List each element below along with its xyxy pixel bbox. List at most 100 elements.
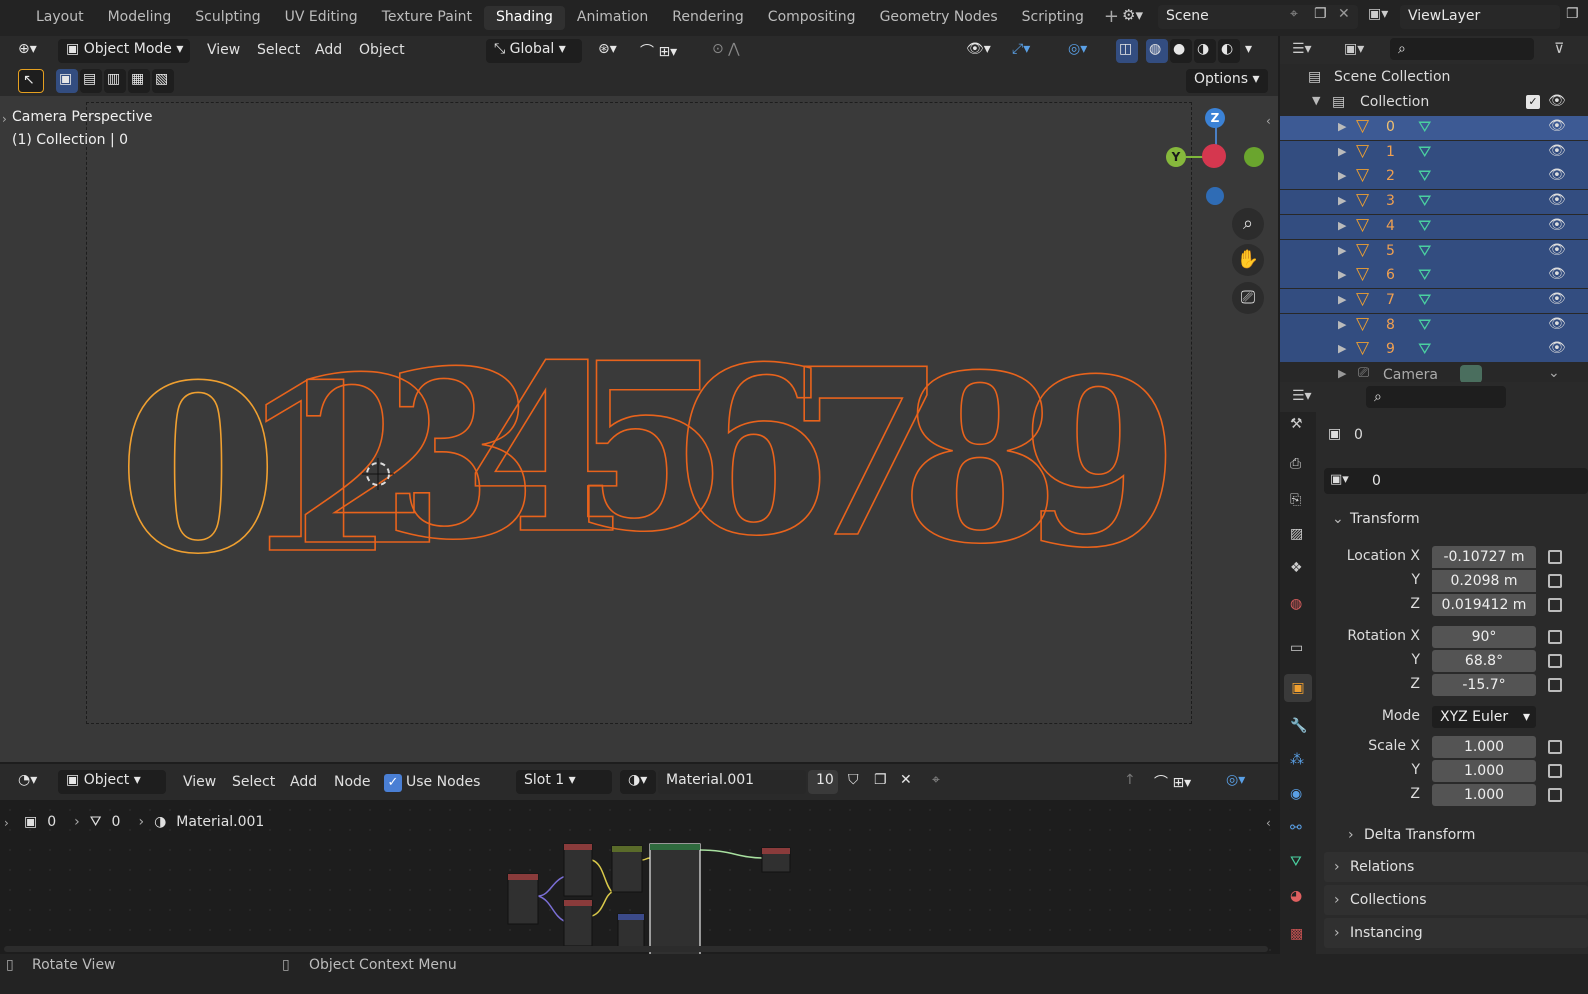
- location-y-field[interactable]: 0.2098 m: [1432, 570, 1536, 592]
- shading-options-icon[interactable]: ▾: [1242, 39, 1264, 63]
- outliner-item-9[interactable]: ▶ ▽ 9 ⛛ 👁: [1280, 338, 1588, 363]
- mesh-data-icon[interactable]: ⛛: [1418, 191, 1431, 211]
- proportional-edit-icon[interactable]: ⊙ ⋀: [704, 39, 748, 63]
- outliner-item-2[interactable]: ▶ ▽ 2 ⛛ 👁: [1280, 165, 1588, 190]
- visibility-eye-icon[interactable]: 👁: [1548, 143, 1566, 159]
- node-overlay-icon[interactable]: ◎▾: [1218, 770, 1253, 794]
- material-name-field[interactable]: Material.001: [658, 770, 806, 794]
- node-menu-select[interactable]: Select: [232, 774, 275, 790]
- tab-texture-paint[interactable]: Texture Paint: [370, 6, 484, 30]
- constraints-tab-icon[interactable]: ⚯: [1290, 820, 1302, 836]
- visibility-eye-icon[interactable]: 👁: [1548, 242, 1566, 258]
- mesh-data-icon[interactable]: ⛛: [1418, 117, 1431, 137]
- location-x-field[interactable]: -0.10727 m: [1432, 546, 1536, 568]
- visibility-icon[interactable]: 👁▾: [958, 39, 999, 63]
- object-datablock-icon[interactable]: ▣▾: [1330, 472, 1349, 487]
- material-tab-icon[interactable]: ◕: [1290, 888, 1302, 904]
- menu-select[interactable]: Select: [257, 42, 300, 58]
- object-mode-dropdown[interactable]: ▣ Object Mode ▾: [58, 39, 190, 63]
- scene-collection-row[interactable]: ▤ Scene Collection: [1280, 66, 1588, 90]
- gizmo-neg-y[interactable]: [1244, 147, 1264, 167]
- display-mode-icon[interactable]: ▣▾: [1344, 41, 1364, 57]
- rotation-x-field[interactable]: 90°: [1432, 626, 1536, 648]
- tab-geometry-nodes[interactable]: Geometry Nodes: [868, 6, 1010, 30]
- transform-panel-header[interactable]: ⌄ Transform: [1324, 504, 1588, 534]
- mesh-data-icon[interactable]: ⛛: [1418, 265, 1431, 285]
- mesh-data-icon[interactable]: ⛛: [1418, 241, 1431, 261]
- gizmo-icon[interactable]: ⤢▾: [1004, 39, 1038, 63]
- parent-node-tree-icon[interactable]: ↑: [1116, 770, 1144, 794]
- delta-transform-panel[interactable]: › Delta Transform: [1336, 820, 1588, 850]
- outliner-item-8[interactable]: ▶ ▽ 8 ⛛ 👁: [1280, 313, 1588, 338]
- mesh-data-icon[interactable]: ⛛: [1418, 315, 1431, 335]
- mesh-data-icon[interactable]: ⛛: [1418, 339, 1431, 359]
- select-intersect-icon[interactable]: ▧: [152, 69, 174, 93]
- scale-z-field[interactable]: 1.000: [1432, 784, 1536, 806]
- location-z-field[interactable]: 0.019412 m: [1432, 594, 1536, 616]
- pin-node-icon[interactable]: ⌖: [924, 770, 948, 794]
- lock-rotation-x-icon[interactable]: [1548, 630, 1562, 644]
- digit-9-mesh[interactable]: 9: [1019, 328, 1181, 600]
- duplicate-material-icon[interactable]: ❐: [866, 770, 895, 794]
- lock-location-y-icon[interactable]: [1548, 574, 1562, 588]
- expand-icon[interactable]: ▶: [1338, 244, 1346, 257]
- texture-tab-icon[interactable]: ▩: [1290, 926, 1303, 942]
- rotation-mode-dropdown[interactable]: XYZ Euler ▾: [1432, 706, 1536, 728]
- node-editor-type-icon[interactable]: ◔▾: [10, 770, 45, 794]
- toolbar-expand-icon[interactable]: ›: [2, 112, 7, 126]
- expand-icon[interactable]: ▶: [1338, 268, 1346, 281]
- gizmo-z-axis[interactable]: Z: [1205, 108, 1225, 128]
- outliner-item-0[interactable]: ▶ ▽ 0 ⛛ 👁: [1280, 116, 1588, 140]
- lock-scale-y-icon[interactable]: [1548, 764, 1562, 778]
- lock-location-x-icon[interactable]: [1548, 550, 1562, 564]
- unlink-material-icon[interactable]: ✕: [892, 770, 920, 794]
- visibility-eye-icon[interactable]: 👁: [1548, 340, 1566, 356]
- output-tab-icon[interactable]: ⎘: [1290, 492, 1301, 508]
- delete-scene-icon[interactable]: ✕: [1338, 6, 1350, 22]
- tab-sculpting[interactable]: Sculpting: [183, 6, 272, 30]
- wireframe-shading-icon[interactable]: ◍: [1146, 39, 1168, 63]
- node-menu-node[interactable]: Node: [334, 774, 371, 790]
- collections-panel[interactable]: › Collections: [1324, 885, 1588, 915]
- outliner-item-7[interactable]: ▶ ▽ 7 ⛛ 👁: [1280, 288, 1588, 313]
- lock-scale-x-icon[interactable]: [1548, 740, 1562, 754]
- view-layer-icon[interactable]: ▣▾: [1368, 6, 1388, 22]
- object-datablock-field[interactable]: 0: [1324, 468, 1588, 494]
- camera-row[interactable]: ▶ ⎚ Camera ⌄: [1280, 364, 1588, 382]
- visibility-eye-icon[interactable]: 👁: [1548, 217, 1566, 233]
- tab-rendering[interactable]: Rendering: [660, 6, 756, 30]
- expand-icon[interactable]: ▶: [1338, 145, 1346, 158]
- lock-location-z-icon[interactable]: [1548, 598, 1562, 612]
- orientation-dropdown[interactable]: ⤡ Global ▾: [486, 39, 582, 63]
- pin-scene-icon[interactable]: ⌖: [1290, 6, 1298, 22]
- outliner-item-3[interactable]: ▶ ▽ 3 ⛛ 👁: [1280, 190, 1588, 215]
- tab-animation[interactable]: Animation: [565, 6, 660, 30]
- visibility-eye-icon[interactable]: 👁: [1548, 291, 1566, 307]
- tool-tab-icon[interactable]: ⚒: [1290, 416, 1303, 432]
- scene-selector-icon[interactable]: ⚙▾: [1122, 6, 1143, 24]
- material-users-count[interactable]: 10: [808, 770, 838, 794]
- mesh-data-icon[interactable]: ⛛: [1418, 216, 1431, 236]
- node-menu-add[interactable]: Add: [290, 774, 317, 790]
- visibility-eye-icon[interactable]: 👁: [1548, 192, 1566, 208]
- node-boxes[interactable]: [507, 843, 791, 956]
- rotation-y-field[interactable]: 68.8°: [1432, 650, 1536, 672]
- xray-icon[interactable]: ◫: [1116, 39, 1138, 63]
- material-browse-icon[interactable]: ◑▾: [620, 770, 656, 794]
- collection-expand-icon[interactable]: ▼: [1312, 94, 1320, 107]
- render-tab-icon[interactable]: ⎙: [1290, 456, 1301, 472]
- camera-expand-icon[interactable]: ▶: [1338, 367, 1346, 380]
- visibility-eye-icon[interactable]: 👁: [1548, 118, 1566, 134]
- outliner-editor-type-icon[interactable]: ☰▾: [1292, 41, 1312, 57]
- outliner-search-input[interactable]: ⌕: [1390, 38, 1534, 60]
- outliner-scroll-down-icon[interactable]: ⌄: [1548, 365, 1560, 381]
- visibility-eye-icon[interactable]: 👁: [1548, 167, 1566, 183]
- gizmo-x-axis[interactable]: [1202, 144, 1226, 168]
- camera-view-icon[interactable]: ⎚: [1232, 282, 1264, 314]
- node-menu-view[interactable]: View: [183, 774, 216, 790]
- tab-shading[interactable]: Shading: [484, 6, 565, 30]
- select-new-icon[interactable]: ▣: [56, 69, 78, 93]
- outliner-item-6[interactable]: ▶ ▽ 6 ⛛ 👁: [1280, 264, 1588, 289]
- outliner-item-4[interactable]: ▶ ▽ 4 ⛛ 👁: [1280, 214, 1588, 239]
- editor-type-icon[interactable]: ⊕▾: [10, 39, 45, 63]
